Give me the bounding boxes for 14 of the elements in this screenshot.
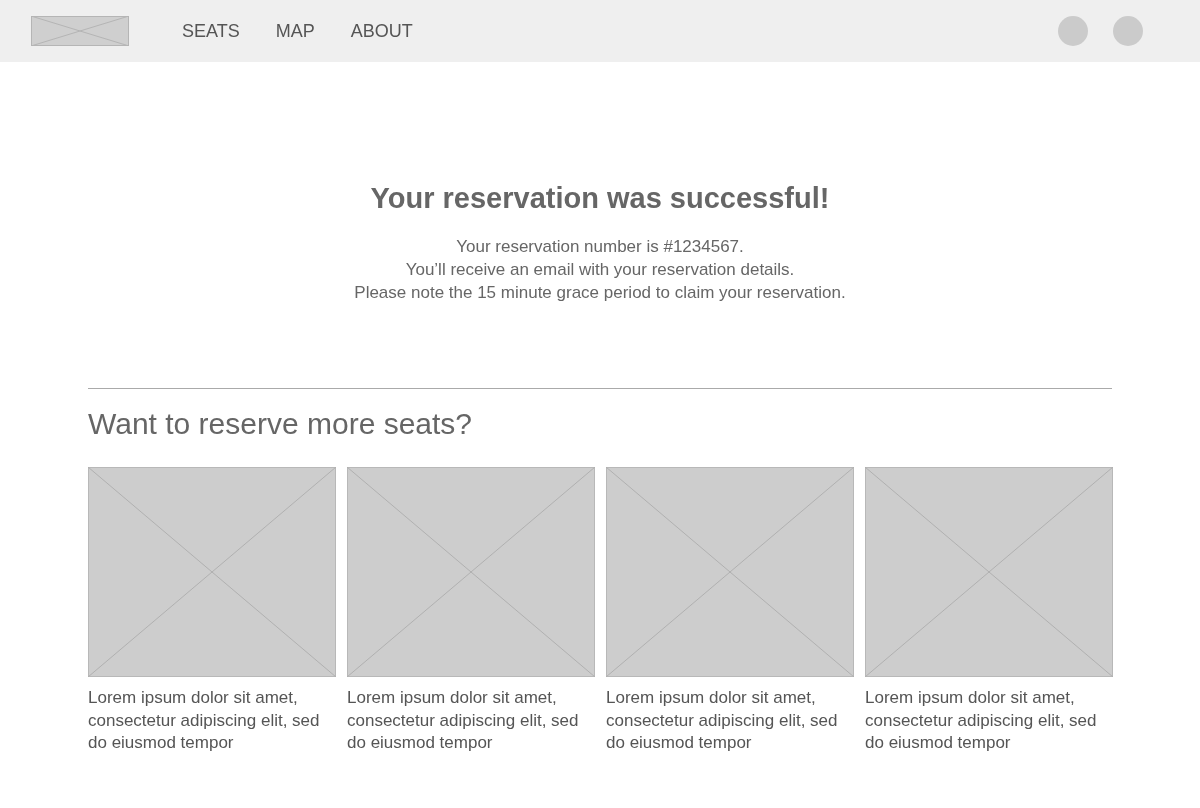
card-caption: Lorem ipsum dolor sit amet, consectetur adipiscing elit, sed do eiusmod tempor: [865, 687, 1098, 754]
circle-icon[interactable]: [1113, 16, 1143, 46]
card-caption: Lorem ipsum dolor sit amet, consectetur adipiscing elit, sed do eiusmod tempor: [88, 687, 321, 754]
card-caption: Lorem ipsum dolor sit amet, consectetur adipiscing elit, sed do eiusmod tempor: [606, 687, 839, 754]
nav-link[interactable]: MAP: [275, 20, 315, 42]
card-caption: Lorem ipsum dolor sit amet, consectetur adipiscing elit, sed do eiusmod tempor: [347, 687, 580, 754]
nav-link[interactable]: ABOUT: [350, 20, 413, 42]
confirmation-text: You’ll receive an email with your reservation details.: [404, 259, 796, 281]
nav-link[interactable]: SEATS: [182, 20, 240, 42]
confirmation-text: Please note the 15 minute grace period to claim your reservation.: [353, 282, 847, 304]
confirmation-title: Your reservation was successful!: [369, 182, 831, 215]
circle-icon[interactable]: [1058, 16, 1088, 46]
section-heading: Want to reserve more seats?: [88, 407, 474, 441]
confirmation-text: Your reservation number is #1234567.: [455, 236, 745, 258]
